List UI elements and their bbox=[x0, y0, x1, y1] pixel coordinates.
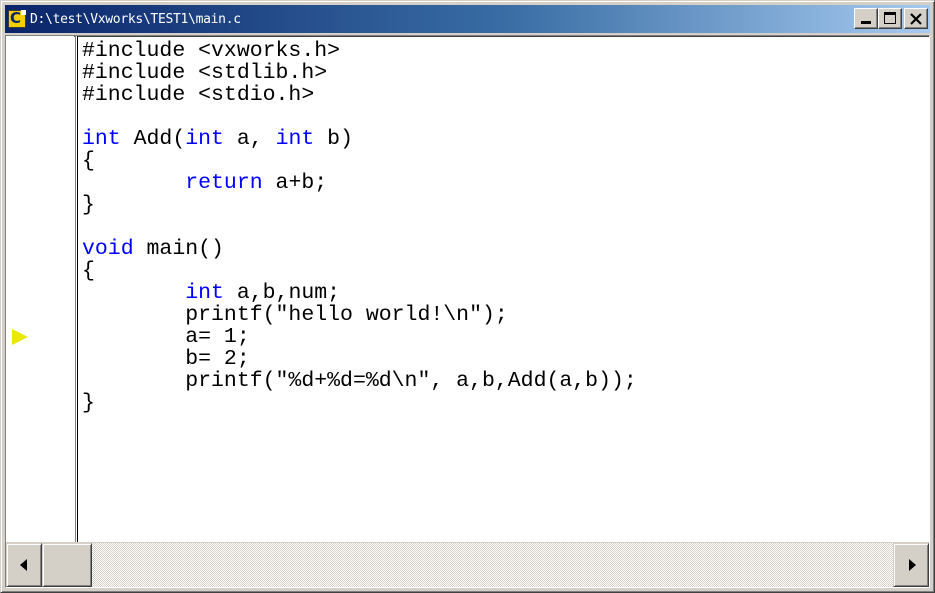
code-view[interactable]: #include <vxworks.h> #include <stdlib.h> #… bbox=[82, 40, 929, 543]
code-token: a= 1; bbox=[82, 325, 250, 349]
editor-client-area: #include <vxworks.h> #include <stdlib.h> #… bbox=[5, 35, 930, 588]
code-token: main() bbox=[133, 237, 224, 261]
code-token: printf("%d+%d=%d\n", a,b,Add(a,b)); bbox=[82, 369, 637, 393]
gutter-divider bbox=[75, 36, 78, 543]
keyword-token: int bbox=[82, 127, 121, 151]
code-token: b= 2; bbox=[82, 347, 250, 371]
maximize-icon bbox=[879, 9, 901, 28]
c-file-icon[interactable] bbox=[8, 9, 26, 28]
code-line[interactable]: #include <stdlib.h> bbox=[82, 62, 929, 84]
keyword-token: int bbox=[275, 127, 315, 151]
code-line[interactable]: } bbox=[82, 392, 929, 414]
code-line[interactable]: #include <stdio.h> bbox=[82, 84, 929, 106]
code-line[interactable]: #include <vxworks.h> bbox=[82, 40, 929, 62]
code-line[interactable]: printf("%d+%d=%d\n", a,b,Add(a,b)); bbox=[82, 370, 929, 392]
code-line[interactable]: } bbox=[82, 194, 929, 216]
code-token: b) bbox=[314, 127, 353, 151]
code-token: #include <stdlib.h> bbox=[82, 61, 328, 85]
code-line[interactable]: { bbox=[82, 260, 929, 282]
minimize-icon bbox=[855, 9, 877, 28]
code-token: #include <stdio.h> bbox=[82, 83, 315, 107]
maximize-button[interactable] bbox=[878, 8, 902, 29]
close-icon bbox=[905, 9, 927, 28]
window-title: D:\test\Vxworks\TEST1\main.c bbox=[30, 11, 241, 27]
scroll-left-arrow-icon bbox=[20, 559, 27, 571]
scroll-left-button[interactable] bbox=[6, 543, 42, 587]
keyword-token: int bbox=[185, 281, 224, 305]
code-line[interactable]: int a,b,num; bbox=[82, 282, 929, 304]
code-token: { bbox=[82, 259, 95, 283]
source-editor-window: D:\test\Vxworks\TEST1\main.c #include <v… bbox=[0, 0, 935, 593]
code-token: a, bbox=[223, 127, 276, 151]
scroll-right-button[interactable] bbox=[893, 543, 929, 587]
horizontal-scrollbar[interactable] bbox=[6, 542, 929, 587]
code-line[interactable]: b= 2; bbox=[82, 348, 929, 370]
keyword-token: int bbox=[185, 127, 224, 151]
scrollbar-thumb[interactable] bbox=[42, 543, 92, 587]
code-line[interactable]: return a+b; bbox=[82, 172, 929, 194]
keyword-token: return bbox=[185, 171, 263, 195]
scroll-right-arrow-icon bbox=[909, 559, 916, 571]
breakpoint-gutter[interactable] bbox=[6, 36, 74, 543]
code-token: } bbox=[82, 391, 95, 415]
minimize-button[interactable] bbox=[854, 8, 878, 29]
code-line[interactable]: printf("hello world!\n"); bbox=[82, 304, 929, 326]
code-line[interactable]: ​ bbox=[82, 216, 929, 238]
code-token: { bbox=[82, 149, 95, 173]
code-line[interactable]: a= 1; bbox=[82, 326, 929, 348]
code-token: #include <vxworks.h> bbox=[82, 39, 341, 63]
code-line[interactable]: void main() bbox=[82, 238, 929, 260]
window-controls bbox=[854, 8, 928, 29]
close-button[interactable] bbox=[904, 8, 928, 29]
current-line-arrow-icon bbox=[12, 329, 28, 345]
code-token: a,b,num; bbox=[223, 281, 341, 305]
code-token: } bbox=[82, 193, 95, 217]
code-token: a+b; bbox=[262, 171, 328, 195]
code-line[interactable]: ​ bbox=[82, 106, 929, 128]
code-token: printf("hello world!\n"); bbox=[82, 303, 508, 327]
code-token: Add( bbox=[120, 127, 186, 151]
title-bar[interactable]: D:\test\Vxworks\TEST1\main.c bbox=[5, 5, 930, 33]
code-line[interactable]: { bbox=[82, 150, 929, 172]
code-line[interactable]: int Add(int a, int b) bbox=[82, 128, 929, 150]
keyword-token: void bbox=[82, 237, 134, 261]
